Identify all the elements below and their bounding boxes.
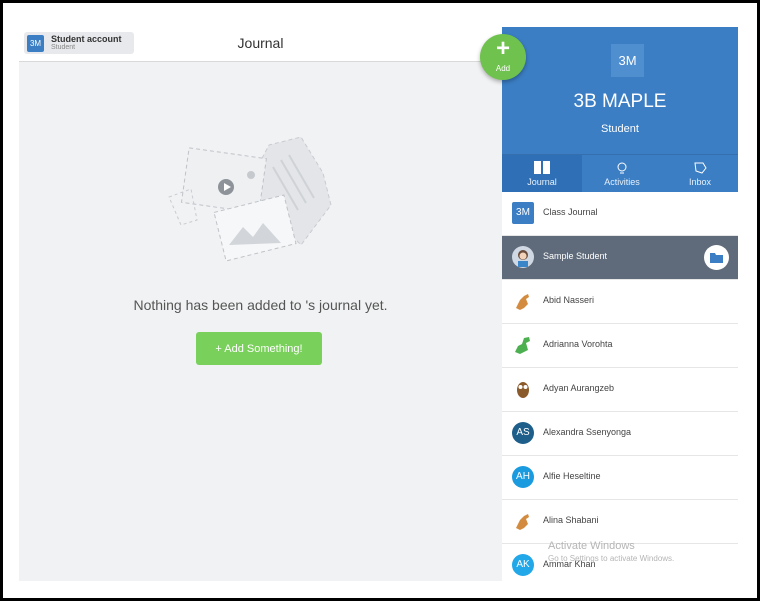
journal-topbar: 3M Student account Student Journal (19, 27, 502, 62)
list-item-label: Alina Shabani (543, 515, 599, 525)
add-fab-label: Add (495, 64, 511, 73)
class-badge: 3M (512, 202, 534, 224)
sidebar-tabs: Journal Activities Inbox (502, 154, 738, 193)
avatar: AK (512, 554, 534, 576)
list-item-alfie-heseltine[interactable]: AH Alfie Heseltine (502, 456, 738, 500)
class-name: 3B MAPLE (573, 91, 667, 112)
tab-inbox[interactable]: Inbox (662, 155, 738, 193)
tab-activities[interactable]: Activities (582, 155, 662, 193)
empty-journal-illustration (168, 136, 332, 262)
class-header: 3M 3B MAPLE Student (502, 27, 738, 154)
tab-activities-label: Activities (604, 177, 640, 187)
class-logo: 3M (611, 44, 644, 77)
list-item-label: Sample Student (543, 251, 608, 261)
kangaroo-icon (516, 514, 529, 530)
journal-pane: 3M Student account Student Journal Nothi… (19, 27, 502, 581)
lightbulb-icon (617, 162, 627, 174)
dinosaur-icon (515, 337, 530, 354)
activate-windows-watermark: Activate Windows Go to Settings to activ… (548, 540, 674, 563)
page-title: Journal (237, 35, 284, 51)
plus-icon: + (495, 35, 510, 62)
list-item-adyan-aurangzeb[interactable]: Adyan Aurangzeb (502, 368, 738, 412)
list-item-alina-shabani[interactable]: Alina Shabani (502, 500, 738, 544)
avatar: AH (512, 466, 534, 488)
tab-journal[interactable]: Journal (502, 155, 582, 193)
watermark-line-2: Go to Settings to activate Windows. (548, 554, 675, 563)
folder-icon[interactable] (704, 245, 729, 270)
list-item-label: Alfie Heseltine (543, 471, 601, 481)
watermark-line-1: Activate Windows (548, 540, 635, 552)
list-item-label: Adyan Aurangzeb (543, 383, 615, 393)
list-item-alexandra-ssenyonga[interactable]: AS Alexandra Ssenyonga (502, 412, 738, 456)
avatar: AS (512, 422, 534, 444)
list-item-sample-student[interactable]: Sample Student (502, 236, 738, 280)
tab-inbox-label: Inbox (688, 177, 712, 187)
book-icon (534, 161, 550, 174)
student-avatar-icon (512, 246, 534, 268)
list-item-abid-nasseri[interactable]: Abid Nasseri (502, 280, 738, 324)
add-something-button[interactable]: + Add Something! (196, 332, 322, 365)
list-item-label: Abid Nasseri (543, 295, 595, 305)
chat-bubble-icon (694, 162, 707, 174)
list-item-label: Alexandra Ssenyonga (543, 427, 632, 437)
list-item-label: Class Journal (543, 207, 598, 217)
list-item-adrianna-vorohta[interactable]: Adrianna Vorohta (502, 324, 738, 368)
empty-journal-message: Nothing has been added to 's journal yet… (133, 297, 388, 313)
owl-icon (517, 382, 529, 398)
class-role: Student (601, 123, 639, 135)
add-fab-button[interactable]: + Add (480, 34, 526, 80)
class-sidebar: 3M 3B MAPLE Student Journal Activities I… (502, 27, 738, 581)
list-item-label: Adrianna Vorohta (543, 339, 613, 349)
kangaroo-icon (516, 294, 529, 310)
list-item-class-journal[interactable]: 3M Class Journal (502, 192, 738, 236)
tab-journal-label: Journal (527, 177, 557, 187)
